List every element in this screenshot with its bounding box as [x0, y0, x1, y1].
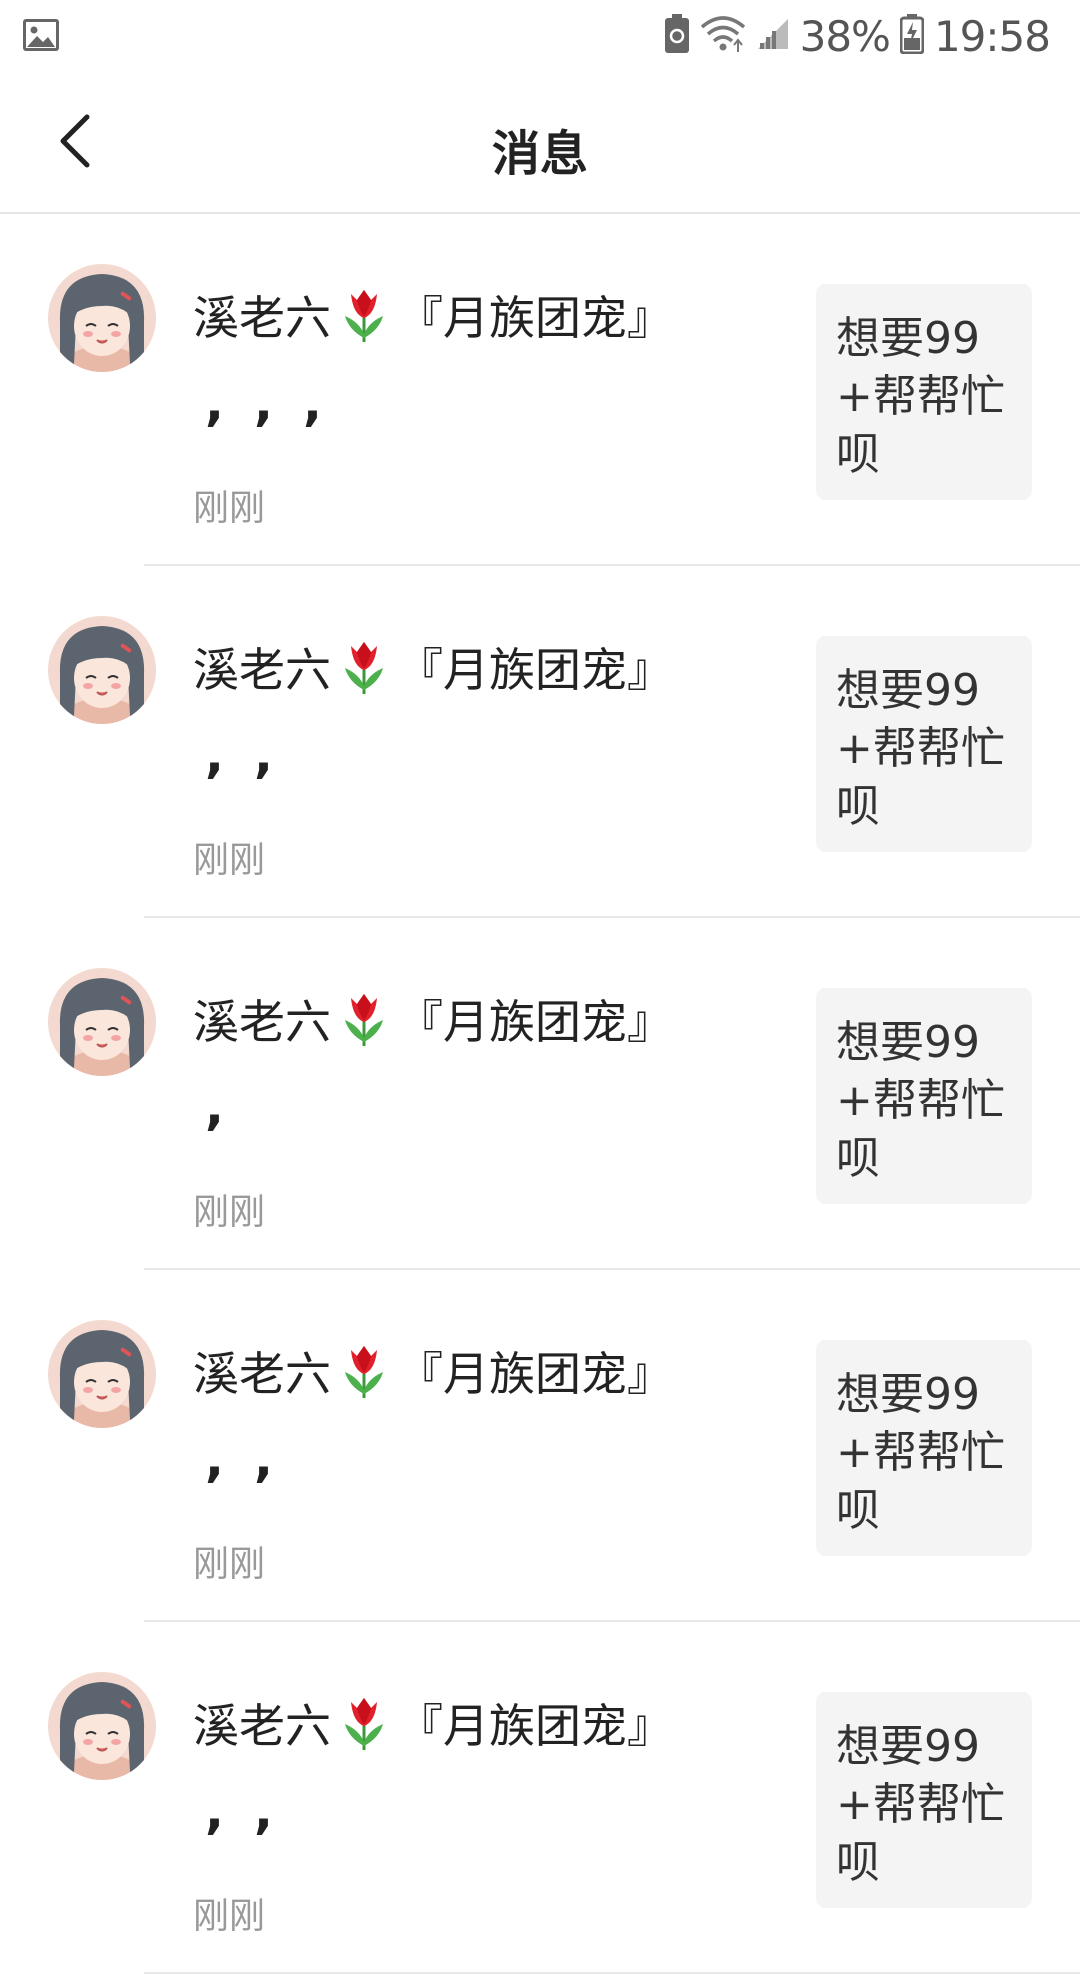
post-preview-card[interactable]: 想要99+帮帮忙呗: [816, 636, 1032, 852]
message-content: ,,: [205, 726, 303, 784]
tulip-icon: [335, 286, 393, 344]
post-preview-card[interactable]: 想要99+帮帮忙呗: [816, 284, 1032, 500]
status-bar: 38% 19:58: [0, 0, 1080, 72]
post-preview-card[interactable]: 想要99+帮帮忙呗: [816, 988, 1032, 1204]
avatar[interactable]: [48, 968, 156, 1076]
sender-name-prefix: 溪老六: [193, 643, 331, 697]
sender-name-prefix: 溪老六: [193, 291, 331, 345]
message-item[interactable]: 溪老六 『月族团宠』 ,, 刚刚 想要99+帮帮忙呗: [0, 566, 1080, 918]
message-time: 刚刚: [193, 1896, 266, 1937]
sender-name-prefix: 溪老六: [193, 1699, 331, 1753]
tulip-icon: [335, 1694, 393, 1752]
message-time: 刚刚: [193, 840, 266, 881]
tulip-icon: [335, 1342, 393, 1400]
message-content: ,,: [205, 1782, 303, 1840]
battery-percent: 38%: [799, 11, 891, 61]
message-time: 刚刚: [193, 1192, 266, 1233]
tulip-icon: [335, 990, 393, 1048]
image-notification-icon: [22, 18, 60, 56]
sender-name-suffix: 『月族团宠』: [397, 995, 673, 1049]
post-preview-card[interactable]: 想要99+帮帮忙呗: [816, 1692, 1032, 1908]
battery-icon: [899, 14, 925, 58]
message-time: 刚刚: [193, 488, 266, 529]
message-time: 刚刚: [193, 1544, 266, 1585]
header: 消息: [0, 72, 1080, 214]
tulip-icon: [335, 638, 393, 696]
sender-name-prefix: 溪老六: [193, 1347, 331, 1401]
sender-name-suffix: 『月族团宠』: [397, 1699, 673, 1753]
clock: 19:58: [933, 11, 1051, 61]
sender-name-suffix: 『月族团宠』: [397, 643, 673, 697]
battery-saver-icon: [664, 14, 690, 58]
message-item[interactable]: 溪老六 『月族团宠』 ,,, 刚刚 想要99+帮帮忙呗: [0, 214, 1080, 566]
message-item[interactable]: 溪老六 『月族团宠』 ,, 刚刚 想要99+帮帮忙呗: [0, 1622, 1080, 1974]
message-list: 溪老六 『月族团宠』 ,,, 刚刚 想要99+帮帮忙呗 溪老六 『月族团宠』 ,…: [0, 214, 1080, 1974]
sender-name: 溪老六 『月族团宠』: [193, 1338, 673, 1404]
sender-name-suffix: 『月族团宠』: [397, 291, 673, 345]
avatar[interactable]: [48, 264, 156, 372]
sender-name: 溪老六 『月族团宠』: [193, 282, 673, 348]
message-item[interactable]: 溪老六 『月族团宠』 ,, 刚刚 想要99+帮帮忙呗: [0, 1270, 1080, 1622]
sender-name-prefix: 溪老六: [193, 995, 331, 1049]
post-preview-card[interactable]: 想要99+帮帮忙呗: [816, 1340, 1032, 1556]
avatar[interactable]: [48, 1672, 156, 1780]
page-title: 消息: [491, 126, 588, 182]
avatar[interactable]: [48, 1320, 156, 1428]
message-content: ,: [205, 1078, 254, 1136]
signal-icon: [756, 17, 790, 55]
sender-name: 溪老六 『月族团宠』: [193, 1690, 673, 1756]
avatar[interactable]: [48, 616, 156, 724]
message-content: ,,: [205, 1430, 303, 1488]
wifi-icon: [700, 15, 746, 57]
sender-name: 溪老六 『月族团宠』: [193, 634, 673, 700]
message-content: ,,,: [205, 374, 352, 432]
message-item[interactable]: 溪老六 『月族团宠』 , 刚刚 想要99+帮帮忙呗: [0, 918, 1080, 1270]
sender-name: 溪老六 『月族团宠』: [193, 986, 673, 1052]
sender-name-suffix: 『月族团宠』: [397, 1347, 673, 1401]
